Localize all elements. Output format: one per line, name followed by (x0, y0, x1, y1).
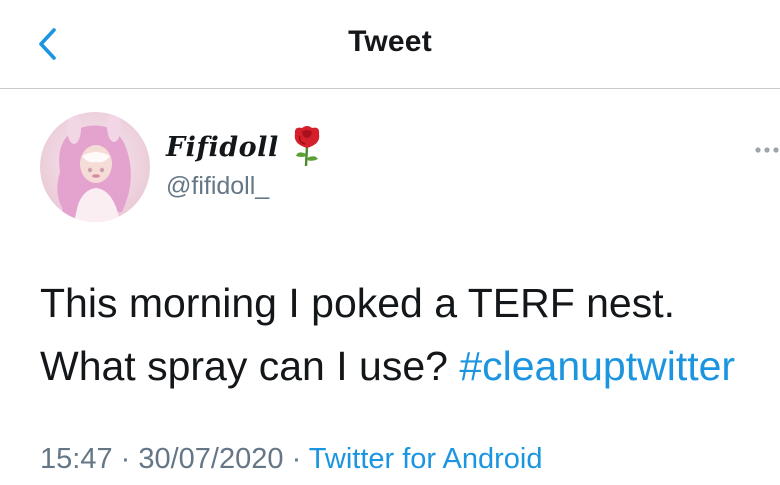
user-handle[interactable]: @fifidoll_ (166, 172, 269, 201)
rose-icon (294, 126, 320, 167)
tweet-line-1: This morning I poked a TERF nest. (40, 280, 676, 326)
tweet-date: 30/07/2020 (138, 443, 284, 475)
hashtag-link[interactable]: #cleanuptwitter (459, 343, 735, 389)
more-options-icon[interactable] (752, 142, 780, 158)
tweet-page: Tweet Fifidoll @fifidoll_ This morning I… (0, 0, 780, 485)
meta-separator: · (283, 443, 309, 475)
top-bar: Tweet (0, 0, 780, 89)
tweet-line-2-text: What spray can I use? (40, 343, 460, 389)
avatar[interactable] (40, 112, 150, 222)
source-link[interactable]: Twitter for Android (309, 443, 543, 475)
tweet-body: This morning I poked a TERF nest. What s… (40, 272, 735, 398)
tweet-line-2: What spray can I use? #cleanuptwitter (40, 335, 735, 398)
display-name[interactable]: Fifidoll (166, 132, 279, 163)
tweet-meta: 15:47 · 30/07/2020 · Twitter for Android (40, 443, 542, 476)
meta-separator: · (112, 443, 139, 475)
tweet-time: 15:47 (40, 443, 113, 475)
page-title: Tweet (348, 25, 432, 58)
